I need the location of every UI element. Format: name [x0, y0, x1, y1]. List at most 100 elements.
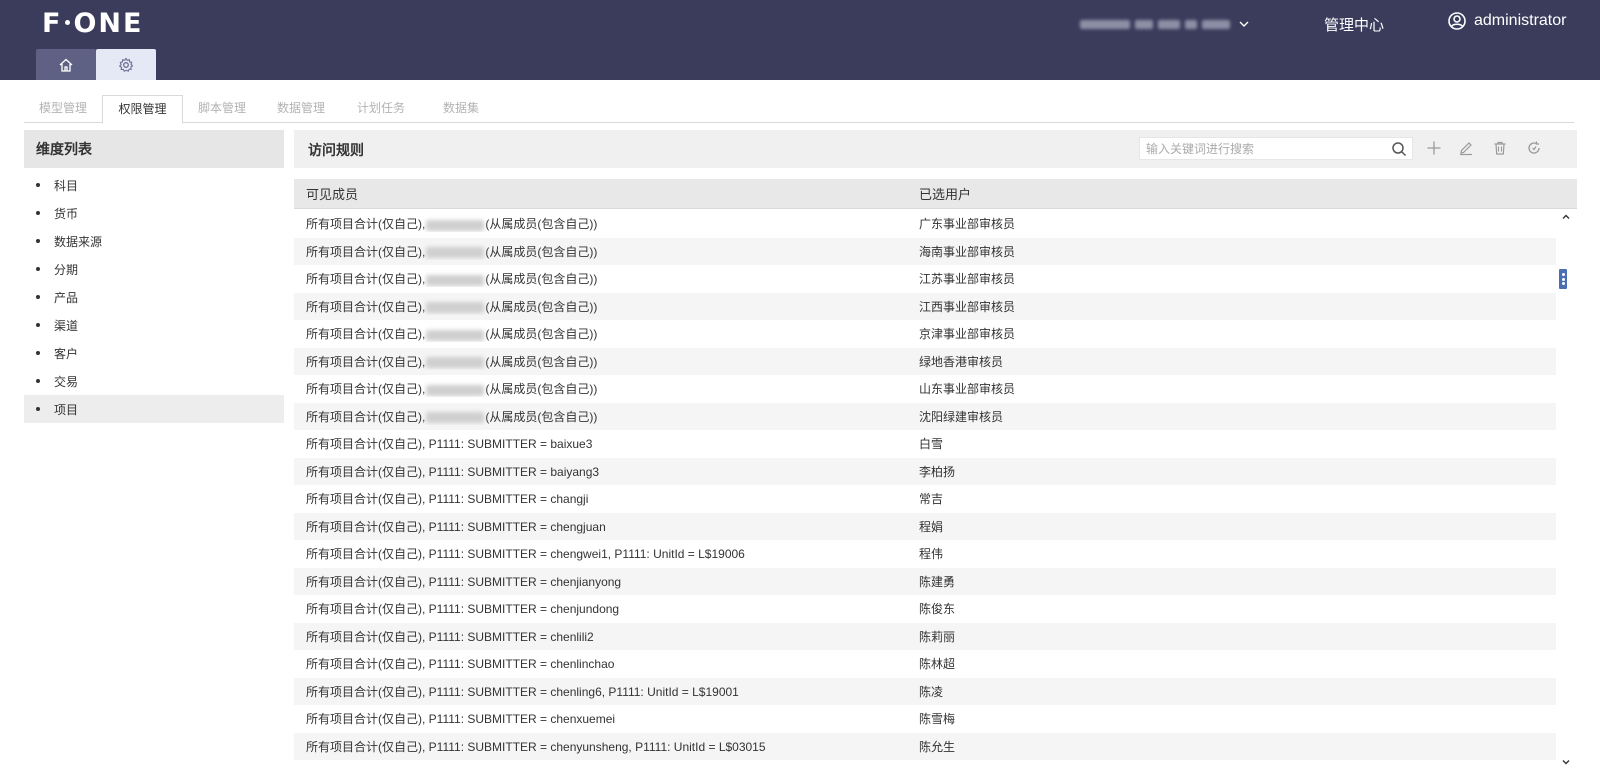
dimension-item-account[interactable]: 科目: [24, 171, 284, 199]
tab-permission-management[interactable]: 权限管理: [102, 95, 183, 124]
cell-selected-user: 江苏事业部审核员: [919, 272, 1016, 287]
cell-selected-user: 程伟: [919, 547, 944, 562]
tab-datasets[interactable]: 数据集: [421, 95, 501, 123]
settings-tab[interactable]: [96, 49, 156, 80]
masked-text: [426, 247, 485, 259]
bullet-icon: [36, 379, 40, 383]
cell-visible-members: 所有项目合计(仅自己), P1111: SUBMITTER = chenxuem…: [294, 710, 919, 727]
table-row[interactable]: 所有项目合计(仅自己), (从属成员(包含自己)) 广东事业部审核员: [294, 210, 1556, 238]
cell-visible-members: 所有项目合计(仅自己), (从属成员(包含自己)): [294, 353, 919, 370]
table-row[interactable]: 所有项目合计(仅自己), P1111: SUBMITTER = chengwei…: [294, 540, 1556, 568]
user-menu[interactable]: administrator: [1448, 12, 1566, 30]
trash-icon[interactable]: [1492, 140, 1508, 156]
table-row[interactable]: 所有项目合计(仅自己), (从属成员(包含自己)) 沈阳绿建审核员: [294, 402, 1556, 430]
bullet-icon: [36, 323, 40, 327]
masked-text: [426, 274, 485, 286]
table-row[interactable]: 所有项目合计(仅自己), P1111: SUBMITTER = chenxuem…: [294, 705, 1556, 733]
table-row[interactable]: 所有项目合计(仅自己), P1111: SUBMITTER = changji 常…: [294, 485, 1556, 513]
masked-text: [426, 412, 485, 424]
table-row[interactable]: 所有项目合计(仅自己), P1111: SUBMITTER = chenling…: [294, 677, 1556, 705]
visible-members-suffix: (从属成员(包含自己)): [485, 272, 598, 287]
bullet-icon: [36, 211, 40, 215]
workspace-selector[interactable]: [1080, 14, 1250, 34]
table-header: 可见成员 已选用户: [294, 179, 1577, 209]
vertical-scrollbar[interactable]: [1557, 210, 1577, 769]
cell-visible-members: 所有项目合计(仅自己), (从属成员(包含自己)): [294, 298, 919, 315]
top-bar: F ONE 管理中心 administrator: [0, 0, 1600, 80]
dimension-item-transaction[interactable]: 交易: [24, 367, 284, 395]
table-row[interactable]: 所有项目合计(仅自己), (从属成员(包含自己)) 山东事业部审核员: [294, 375, 1556, 403]
cell-visible-members: 所有项目合计(仅自己), (从属成员(包含自己)): [294, 243, 919, 260]
column-header-visible-members[interactable]: 可见成员: [294, 184, 919, 203]
cell-selected-user: 陈凌: [919, 684, 944, 699]
visible-members-text: 所有项目合计(仅自己), P1111: SUBMITTER = chenyuns…: [306, 739, 766, 754]
visible-members-suffix: (从属成员(包含自己)): [485, 409, 598, 424]
table-row[interactable]: 所有项目合计(仅自己), (从属成员(包含自己)) 江西事业部审核员: [294, 292, 1556, 320]
cell-visible-members: 所有项目合计(仅自己), (从属成员(包含自己)): [294, 325, 919, 342]
visible-members-text: 所有项目合计(仅自己),: [306, 354, 426, 369]
scroll-thumb[interactable]: [1559, 269, 1567, 289]
visible-members-suffix: (从属成员(包含自己)): [485, 217, 598, 232]
visible-members-suffix: (从属成员(包含自己)): [485, 299, 598, 314]
tab-scheduled-tasks[interactable]: 计划任务: [341, 95, 421, 123]
cell-selected-user: 山东事业部审核员: [919, 382, 1016, 397]
cell-selected-user: 陈林超: [919, 657, 956, 672]
dimension-item-channel[interactable]: 渠道: [24, 311, 284, 339]
visible-members-text: 所有项目合计(仅自己),: [306, 217, 426, 232]
column-header-selected-users[interactable]: 已选用户: [919, 184, 971, 203]
cell-selected-user: 陈俊东: [919, 602, 956, 617]
scroll-down-icon[interactable]: [1561, 757, 1571, 767]
table-row[interactable]: 所有项目合计(仅自己), P1111: SUBMITTER = baixue3 白…: [294, 430, 1556, 458]
visible-members-text: 所有项目合计(仅自己),: [306, 382, 426, 397]
visible-members-suffix: (从属成员(包含自己)): [485, 382, 598, 397]
dimension-item-customer[interactable]: 客户: [24, 339, 284, 367]
table-row[interactable]: 所有项目合计(仅自己), P1111: SUBMITTER = chenlinc…: [294, 650, 1556, 678]
module-tabs: 模型管理 权限管理 脚本管理 数据管理 计划任务 数据集: [24, 95, 1574, 124]
access-rules-panel: 访问规则 可见成员 已选用户: [294, 130, 1577, 778]
cell-visible-members: 所有项目合计(仅自己), P1111: SUBMITTER = changji: [294, 490, 919, 507]
search-icon[interactable]: [1391, 141, 1407, 157]
table-row[interactable]: 所有项目合计(仅自己), (从属成员(包含自己)) 绿地香港审核员: [294, 347, 1556, 375]
management-center-link[interactable]: 管理中心: [1324, 14, 1384, 35]
gear-icon: [118, 57, 134, 72]
table-row[interactable]: 所有项目合计(仅自己), P1111: SUBMITTER = chenyuns…: [294, 732, 1556, 760]
dimension-panel: 维度列表 科目 货币 数据来源 分期 产品 渠道 客户 交易 项目: [24, 130, 284, 778]
tab-script-management[interactable]: 脚本管理: [183, 95, 261, 123]
bullet-icon: [36, 239, 40, 243]
table-row[interactable]: 所有项目合计(仅自己), (从属成员(包含自己)) 江苏事业部审核员: [294, 265, 1556, 293]
home-icon: [59, 58, 73, 72]
tab-data-management[interactable]: 数据管理: [261, 95, 341, 123]
visible-members-text: 所有项目合计(仅自己),: [306, 409, 426, 424]
dimension-item-project[interactable]: 项目: [24, 395, 284, 423]
tab-model-management[interactable]: 模型管理: [24, 95, 102, 123]
cell-visible-members: 所有项目合计(仅自己), (从属成员(包含自己)): [294, 270, 919, 287]
visible-members-suffix: (从属成员(包含自己)): [485, 327, 598, 342]
visible-members-text: 所有项目合计(仅自己), P1111: SUBMITTER = baiyang3: [306, 464, 600, 479]
table-row[interactable]: 所有项目合计(仅自己), P1111: SUBMITTER = chenlili…: [294, 622, 1556, 650]
dimension-item-period[interactable]: 分期: [24, 255, 284, 283]
table-row[interactable]: 所有项目合计(仅自己), P1111: SUBMITTER = chenjund…: [294, 595, 1556, 623]
cell-visible-members: 所有项目合计(仅自己), P1111: SUBMITTER = chenjund…: [294, 600, 919, 617]
user-circle-icon: [1448, 12, 1466, 30]
access-rules-header: 访问规则: [294, 130, 1577, 168]
dimension-item-currency[interactable]: 货币: [24, 199, 284, 227]
search-box: [1139, 137, 1413, 160]
scroll-up-icon[interactable]: [1561, 212, 1571, 222]
dimension-item-product[interactable]: 产品: [24, 283, 284, 311]
table-row[interactable]: 所有项目合计(仅自己), (从属成员(包含自己)) 海南事业部审核员: [294, 237, 1556, 265]
table-row[interactable]: 所有项目合计(仅自己), (从属成员(包含自己)) 京津事业部审核员: [294, 320, 1556, 348]
refresh-icon[interactable]: [1526, 140, 1542, 156]
access-rules-title: 访问规则: [308, 142, 364, 158]
visible-members-text: 所有项目合计(仅自己), P1111: SUBMITTER = chenlili…: [306, 629, 594, 644]
home-tab[interactable]: [36, 49, 96, 80]
visible-members-text: 所有项目合计(仅自己), P1111: SUBMITTER = chengjua…: [306, 519, 606, 534]
edit-icon[interactable]: [1458, 140, 1474, 156]
cell-selected-user: 常吉: [919, 492, 944, 507]
table-row[interactable]: 所有项目合计(仅自己), P1111: SUBMITTER = chengjua…: [294, 512, 1556, 540]
table-row[interactable]: 所有项目合计(仅自己), P1111: SUBMITTER = chenjian…: [294, 567, 1556, 595]
table-row[interactable]: 所有项目合计(仅自己), P1111: SUBMITTER = baiyang3…: [294, 457, 1556, 485]
visible-members-suffix: (从属成员(包含自己)): [485, 244, 598, 259]
plus-icon[interactable]: [1426, 140, 1442, 156]
dimension-item-data-source[interactable]: 数据来源: [24, 227, 284, 255]
search-input[interactable]: [1140, 138, 1380, 159]
